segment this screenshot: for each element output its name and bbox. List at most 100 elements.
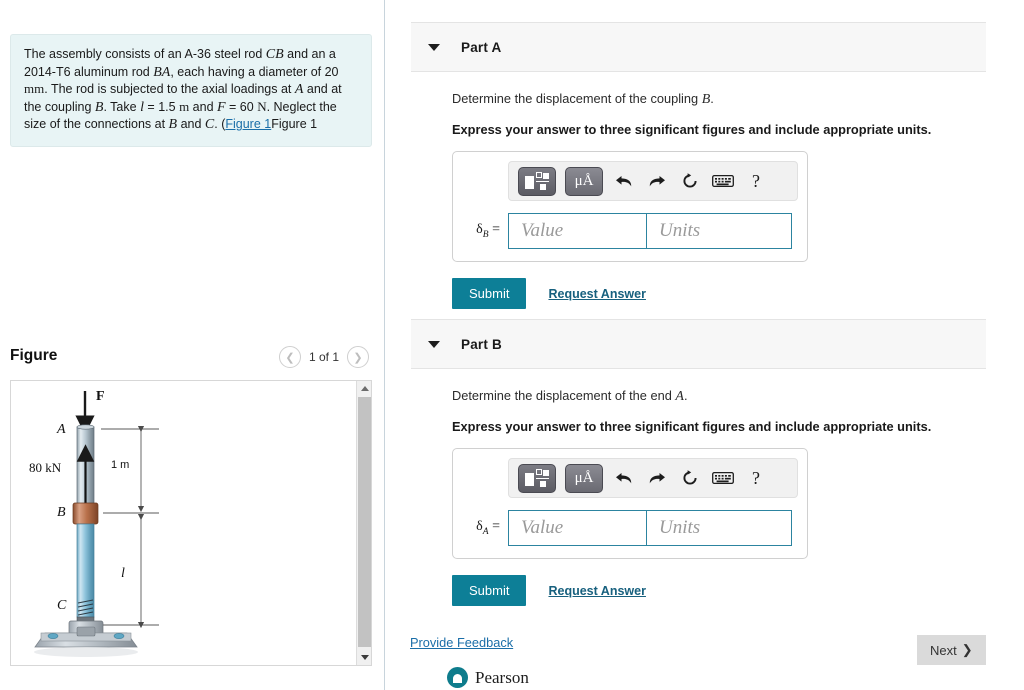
part-b-math-toolbar: μÅ ? <box>508 458 798 498</box>
svg-text:80 kN: 80 kN <box>29 460 62 475</box>
part-b-var-symbol: δ <box>476 519 483 535</box>
collapse-triangle-icon[interactable] <box>428 340 440 348</box>
figure-scrollbar[interactable] <box>356 381 371 665</box>
undo-icon[interactable] <box>612 169 636 193</box>
part-a-request-answer-link[interactable]: Request Answer <box>548 287 645 301</box>
part-b-var-subscript: A <box>482 526 489 537</box>
help-icon[interactable]: ? <box>744 466 768 490</box>
units-symbol-label: μÅ <box>574 172 594 189</box>
next-button-label: Next <box>930 642 957 658</box>
part-a-instruction: Express your answer to three significant… <box>452 122 932 137</box>
part-a-header[interactable]: Part A <box>411 22 986 72</box>
figure-1-link[interactable]: Figure 1 <box>225 117 271 131</box>
next-button[interactable]: Next ❯ <box>917 635 986 665</box>
part-a-prompt-var: B <box>701 92 711 107</box>
help-label: ? <box>752 467 760 488</box>
part-a-variable-label: δB = <box>462 222 508 240</box>
figure-pager: ❮ 1 of 1 ❯ <box>278 346 369 368</box>
problem-var-ba: BA <box>153 64 171 80</box>
collapse-triangle-icon[interactable] <box>428 43 440 51</box>
problem-text-4: , each having a diameter of 20 <box>170 64 339 79</box>
figure-next-button[interactable]: ❯ <box>347 346 369 368</box>
math-template-icon[interactable] <box>518 166 556 196</box>
part-b-submit-row: Submit Request Answer <box>452 575 986 606</box>
units-symbol-icon[interactable]: μÅ <box>565 166 603 196</box>
part-b-prompt-suffix: . <box>683 388 688 403</box>
svg-text:A: A <box>56 422 66 437</box>
scrollbar-thumb[interactable] <box>358 397 371 647</box>
redo-icon[interactable] <box>645 169 669 193</box>
help-icon[interactable]: ? <box>744 169 768 193</box>
part-a-equals: = <box>492 222 500 238</box>
problem-var-b2: B <box>168 117 178 132</box>
problem-text-20: and <box>177 117 205 131</box>
problem-text-16: = 60 <box>225 99 258 114</box>
problem-text-0: The assembly consists of an A-36 steel r… <box>24 47 266 61</box>
reset-icon[interactable] <box>678 466 702 490</box>
figure-header: Figure ❮ 1 of 1 ❯ <box>10 346 375 374</box>
part-b-prompt-var: A <box>675 389 684 404</box>
part-b-header[interactable]: Part B <box>411 319 986 369</box>
reset-icon[interactable] <box>678 169 702 193</box>
part-b-value-input[interactable]: Value <box>508 510 647 546</box>
svg-text:C: C <box>57 598 67 613</box>
problem-unit-m: m <box>179 98 190 114</box>
part-b-units-placeholder: Units <box>659 517 701 538</box>
figure-page-label: 1 of 1 <box>308 350 339 364</box>
part-a-label: Part A <box>461 39 502 55</box>
figure-prev-button[interactable]: ❮ <box>278 346 301 368</box>
part-b-request-answer-link[interactable]: Request Answer <box>548 584 645 598</box>
svg-text:B: B <box>57 505 66 520</box>
undo-icon[interactable] <box>612 466 636 490</box>
part-a-answer-row: δB = Value Units <box>462 213 798 249</box>
part-b-instruction: Express your answer to three significant… <box>452 419 932 434</box>
math-template-icon[interactable] <box>518 463 556 493</box>
problem-unit-n: N <box>257 98 267 114</box>
page-root: The assembly consists of an A-36 steel r… <box>0 0 1024 690</box>
part-a-value-input[interactable]: Value <box>508 213 647 249</box>
part-a-prompt: Determine the displacement of the coupli… <box>452 91 986 108</box>
part-a-prompt-suffix: . <box>710 91 714 106</box>
part-b-prompt: Determine the displacement of the end A. <box>452 388 986 405</box>
problem-text-24: Figure 1 <box>271 117 318 131</box>
chevron-right-icon: ❯ <box>961 642 973 657</box>
part-a-units-placeholder: Units <box>659 220 701 241</box>
problem-var-f: F <box>217 99 226 115</box>
units-symbol-icon[interactable]: μÅ <box>565 463 603 493</box>
keyboard-icon[interactable] <box>711 466 735 490</box>
problem-text-10: . Take <box>103 99 141 114</box>
svg-text:1 m: 1 m <box>111 459 129 471</box>
part-b-prompt-prefix: Determine the displacement of the end <box>452 388 676 403</box>
part-b-body: Determine the displacement of the end A.… <box>411 369 986 606</box>
part-a-units-input[interactable]: Units <box>647 213 792 249</box>
problem-text-12: = 1.5 <box>143 99 180 114</box>
part-a-submit-button[interactable]: Submit <box>452 278 527 309</box>
part-a-submit-row: Submit Request Answer <box>452 278 986 309</box>
part-b-value-placeholder: Value <box>521 517 564 538</box>
part-a-math-toolbar: μÅ ? <box>508 161 798 201</box>
redo-icon[interactable] <box>645 466 669 490</box>
provide-feedback-link[interactable]: Provide Feedback <box>410 635 513 650</box>
part-b-variable-label: δA = <box>462 519 508 537</box>
scroll-up-icon[interactable] <box>357 381 371 396</box>
scroll-down-icon[interactable] <box>357 650 371 665</box>
help-label: ? <box>752 170 760 191</box>
part-a-var-subscript: B <box>482 229 489 240</box>
svg-text:F: F <box>96 389 105 404</box>
figure-frame: F 80 kN A B C 1 m l <box>10 380 372 666</box>
part-b-label: Part B <box>461 336 502 352</box>
problem-statement: The assembly consists of an A-36 steel r… <box>10 34 372 147</box>
problem-var-c: C <box>204 117 215 132</box>
part-b-equals: = <box>492 519 500 535</box>
part-b-units-input[interactable]: Units <box>647 510 792 546</box>
part-b-answer-row: δA = Value Units <box>462 510 798 546</box>
part-a-section: Part A Determine the displacement of the… <box>411 22 986 309</box>
part-a-body: Determine the displacement of the coupli… <box>411 72 986 309</box>
keyboard-icon[interactable] <box>711 169 735 193</box>
part-b-submit-button[interactable]: Submit <box>452 575 527 606</box>
part-a-prompt-prefix: Determine the displacement of the coupli… <box>452 91 702 106</box>
pearson-wordmark: Pearson <box>475 667 529 687</box>
left-panel: The assembly consists of an A-36 steel r… <box>0 0 385 690</box>
figure-diagram: F 80 kN A B C 1 m l <box>29 389 159 657</box>
part-a-answer-box: μÅ ? δB = Value Units <box>452 151 808 262</box>
